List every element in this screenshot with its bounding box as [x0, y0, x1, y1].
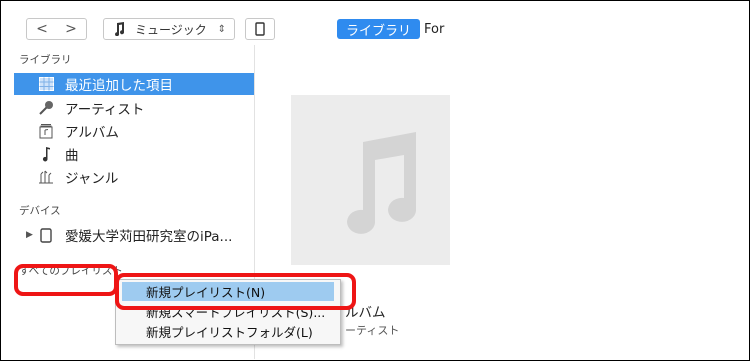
- music-note-icon: [112, 22, 126, 36]
- sidebar-item-albums[interactable]: アルバム: [14, 120, 254, 142]
- album-artist: ーティスト: [345, 324, 400, 337]
- ipad-icon: [38, 227, 54, 243]
- genre-icon: [38, 169, 54, 185]
- disclosure-triangle-icon[interactable]: ▶: [26, 230, 33, 240]
- microphone-icon: [38, 100, 54, 116]
- sidebar-item-songs[interactable]: 曲: [14, 143, 254, 165]
- sidebar-item-device[interactable]: ▶ 愛媛大学苅田研究室のiPa...: [14, 224, 254, 246]
- highlight-new-playlist: [115, 273, 356, 310]
- grid-icon: [38, 76, 54, 92]
- sidebar-item-label: アルバム: [65, 125, 119, 141]
- tab-library[interactable]: ライブラリ: [337, 19, 421, 39]
- music-note-icon: [347, 132, 417, 234]
- sidebar-item-label: 最近追加した項目: [65, 78, 173, 94]
- sidebar-item-artists[interactable]: アーティスト: [14, 97, 254, 119]
- sidebar-item-label: 愛媛大学苅田研究室のiPa...: [65, 229, 233, 245]
- updown-arrow-icon: ⇕: [217, 23, 226, 35]
- menu-item-label: 新規プレイリストフォルダ(L): [146, 325, 313, 340]
- chevron-right-icon: >: [65, 21, 77, 37]
- album-icon: [38, 123, 54, 139]
- sidebar-item-label: 曲: [65, 148, 79, 164]
- device-button[interactable]: [245, 18, 275, 40]
- forward-button[interactable]: >: [56, 18, 87, 40]
- sidebar-item-recently-added[interactable]: 最近追加した項目: [14, 73, 254, 95]
- album-artwork-placeholder[interactable]: [291, 95, 450, 265]
- music-note-icon: [38, 146, 54, 162]
- sidebar-item-label: ジャンル: [65, 171, 119, 187]
- media-type-selector[interactable]: ミュージック ⇕: [103, 18, 235, 40]
- tab-for-you[interactable]: For: [424, 22, 444, 37]
- toolbar: < > ミュージック ⇕ ライブラリ For: [14, 13, 450, 45]
- library-section-header: ライブラリ: [19, 54, 72, 66]
- devices-section-header: デバイス: [19, 205, 61, 217]
- chevron-left-icon: <: [36, 21, 48, 37]
- back-button[interactable]: <: [26, 18, 58, 40]
- menu-item-new-playlist-folder[interactable]: 新規プレイリストフォルダ(L): [122, 322, 334, 341]
- media-type-label: ミュージック: [135, 22, 207, 37]
- sidebar-item-label: アーティスト: [65, 102, 145, 118]
- ipad-icon: [255, 22, 265, 36]
- highlight-playlists-header: [14, 264, 118, 296]
- sidebar-item-genres[interactable]: ジャンル: [14, 166, 254, 188]
